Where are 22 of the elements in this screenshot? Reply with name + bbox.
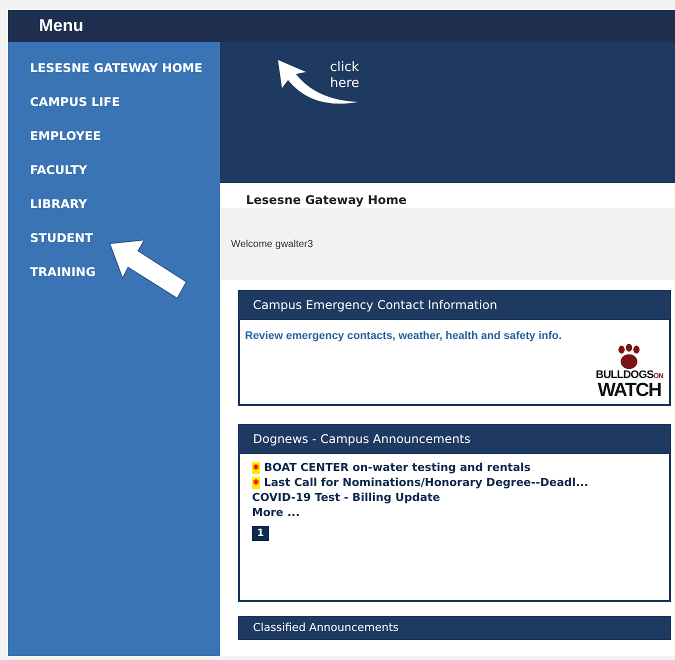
emergency-link[interactable]: Review emergency contacts, weather, health and safety info.: [245, 330, 562, 400]
menu-title: Menu: [39, 16, 84, 36]
nav-link[interactable]: EMPLOYEE: [30, 127, 102, 145]
card-title: Classified Announcements: [253, 620, 399, 634]
logo-text: WATCH: [598, 382, 661, 400]
card-title: Campus Emergency Contact Information: [253, 298, 498, 312]
card-title: Dognews - Campus Announcements: [253, 432, 471, 446]
nav-link[interactable]: CAMPUS LIFE: [30, 93, 120, 111]
click-here-hint: click here: [330, 60, 360, 92]
more-link[interactable]: More ...: [252, 505, 300, 520]
nav-link[interactable]: LIBRARY: [30, 195, 88, 213]
page-button[interactable]: 1: [252, 526, 269, 541]
nav-link[interactable]: STUDENT: [30, 229, 93, 247]
welcome-text: Welcome gwalter3: [231, 238, 314, 250]
nav-link[interactable]: LESESNE GATEWAY HOME: [30, 59, 202, 77]
announcement-link[interactable]: Last Call for Nominations/Honorary Degree--Deadl...: [264, 475, 588, 490]
nav-link[interactable]: FACULTY: [30, 161, 88, 179]
logo-text: BULLDOGS: [596, 369, 654, 381]
nav-link[interactable]: TRAINING: [30, 263, 96, 281]
announcement-link[interactable]: COVID-19 Test - Billing Update: [252, 490, 440, 505]
page-title: Lesesne Gateway Home: [245, 192, 408, 208]
announcement-link[interactable]: BOAT CENTER on-water testing and rentals: [264, 460, 531, 475]
